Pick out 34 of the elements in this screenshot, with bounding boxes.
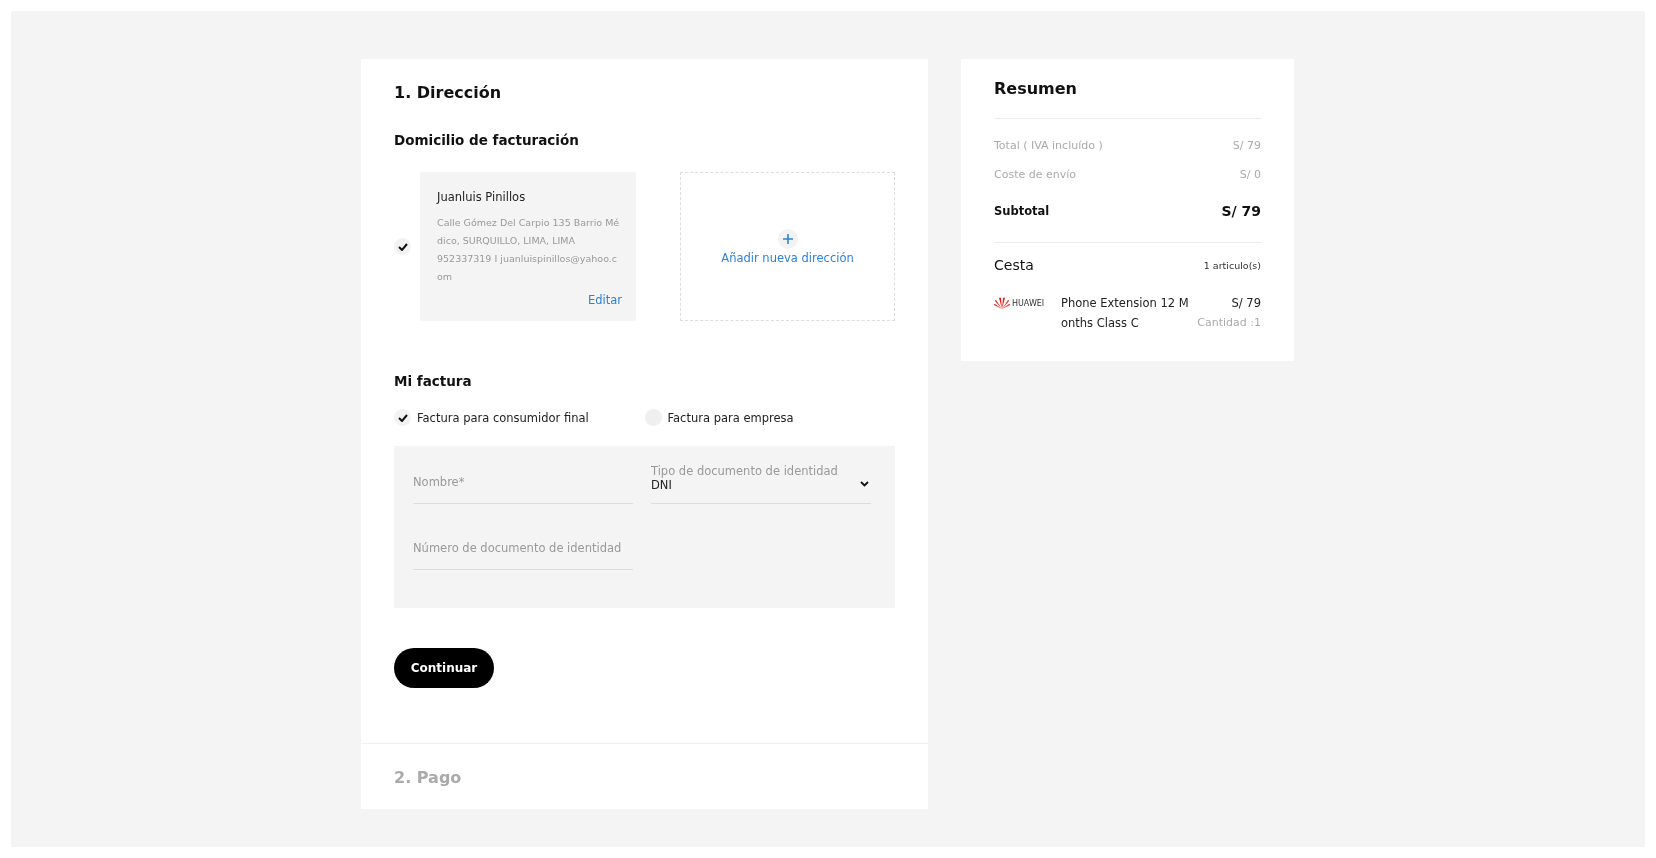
- option-label: Factura para empresa: [667, 410, 794, 425]
- radio-icon[interactable]: [394, 409, 411, 426]
- product-price: S/ 79: [1231, 295, 1261, 312]
- text-field[interactable]: Número de documento de identidad: [413, 526, 633, 570]
- product-quantity: Cantidad :1: [1197, 315, 1261, 331]
- summary-title: Resumen: [994, 79, 1078, 98]
- summary-value: S/ 79: [1232, 138, 1261, 154]
- section-heading: Mi factura: [394, 373, 473, 389]
- continue-button[interactable]: Continuar: [394, 648, 494, 688]
- flower-logo-icon: [994, 297, 1010, 309]
- summary-value: S/ 79: [1221, 202, 1261, 221]
- item-count: 1 articulo(s): [1203, 259, 1261, 271]
- add-address-button[interactable]: Añadir nueva dirección: [680, 172, 895, 321]
- chevron-down-icon: [860, 481, 869, 487]
- invoice-option[interactable]: Factura para consumidor final: [394, 409, 645, 426]
- edit-link[interactable]: Editar: [587, 293, 622, 307]
- step-title: 1. Dirección: [394, 83, 503, 102]
- summary-label: Subtotal: [994, 203, 1050, 220]
- address-text: Calle Gómez Del Carpio 135 Barrio Médico, SURQUILLO, LIMA, LIMA: [437, 216, 621, 248]
- address-name: Juanluis Pinillos: [437, 190, 527, 204]
- option-label: Factura para consumidor final: [417, 410, 589, 425]
- invoice-option[interactable]: Factura para empresa: [644, 409, 895, 426]
- select-field[interactable]: Tipo de documento de identidad DNI: [651, 460, 871, 504]
- summary-label: Total ( IVA incluído ): [994, 138, 1103, 154]
- step-title: 2. Pago: [394, 768, 463, 787]
- plus-icon: [777, 228, 798, 249]
- summary-label: Coste de envío: [994, 167, 1076, 183]
- product-name: Phone Extension 12 Months Class C: [1061, 295, 1190, 332]
- check-icon[interactable]: [394, 238, 411, 255]
- summary-value: S/ 0: [1239, 167, 1261, 183]
- brand-name: HUAWEI: [1012, 298, 1045, 308]
- section-heading: Domicilio de facturación: [394, 132, 580, 148]
- text-field[interactable]: Nombre*: [413, 460, 633, 504]
- basket-title: Cesta: [994, 257, 1034, 273]
